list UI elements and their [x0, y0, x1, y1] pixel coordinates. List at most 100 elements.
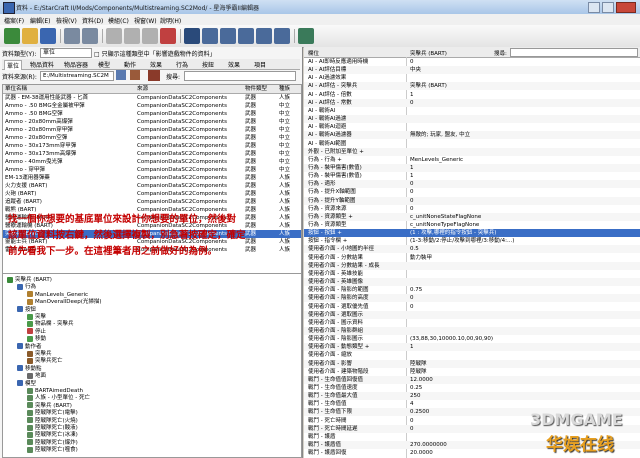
- tab-item-container[interactable]: 物品容器: [64, 60, 88, 69]
- field-value[interactable]: (1-3:移動/2:停止/攻擊到哪裡/3:移動/4:...): [410, 237, 638, 245]
- field-row[interactable]: 戰鬥 - 生命值值 4: [304, 400, 640, 408]
- table-row[interactable]: Ammo - 20x80mm穿甲彈 CompanionDataSC2Compone…: [3, 126, 301, 134]
- field-row[interactable]: 使用者介面 - 動態類型 + 1: [304, 343, 640, 352]
- field-value[interactable]: c_unitNoneStateFlagNone: [410, 213, 638, 221]
- field-row[interactable]: 行為 - 適形 0: [304, 180, 640, 189]
- field-value[interactable]: 0: [410, 99, 638, 107]
- field-row[interactable]: AI - AI過濾效果: [304, 74, 640, 82]
- source-select[interactable]: E:/Multistreaming.SC2M: [40, 71, 114, 81]
- menu-help[interactable]: 說明(H): [160, 16, 181, 25]
- field-value[interactable]: 突擊兵 (BART): [410, 82, 638, 90]
- field-row[interactable]: 戰鬥 - 生命值值速度 0.25: [304, 384, 640, 392]
- save-icon[interactable]: [40, 28, 56, 44]
- field-row[interactable]: 按鈕 - 指令欄 + (1-3:移動/2:停止/攻擊到哪裡/3:移動/4:...): [304, 237, 640, 245]
- field-row[interactable]: AI - AI評估目標 中央: [304, 66, 640, 75]
- field-row[interactable]: 使用者介面 - 小地圖的半徑 0.5: [304, 245, 640, 254]
- tab-model[interactable]: 模型: [98, 60, 110, 69]
- field-row[interactable]: 外觀 - 已附加至單位 +: [304, 147, 640, 156]
- field-value[interactable]: 中央: [410, 66, 638, 74]
- tab-actor[interactable]: 動作: [124, 60, 136, 69]
- field-row[interactable]: 行為 - 資源來源 0: [304, 205, 640, 213]
- field-row[interactable]: 行為 - 裝甲傷害(數值) 1: [304, 163, 640, 172]
- field-value[interactable]: 0: [410, 294, 638, 302]
- field-value[interactable]: MenLevels_Generic: [410, 156, 638, 164]
- field-row[interactable]: 使用者介面 - 英雄技能: [304, 270, 640, 278]
- menu-view[interactable]: 檢視(V): [56, 16, 77, 25]
- field-value[interactable]: 1: [410, 172, 638, 180]
- field-value[interactable]: [410, 311, 638, 319]
- field-row[interactable]: 使用者介面 - 分數結果 動力裝甲: [304, 254, 640, 262]
- delete-icon[interactable]: [160, 28, 176, 44]
- maximize-button[interactable]: [602, 2, 614, 13]
- field-value[interactable]: [410, 140, 638, 148]
- field-row[interactable]: 行為 - 提升X軸範圍 0: [304, 188, 640, 196]
- field-value[interactable]: 0: [410, 303, 638, 311]
- field-value[interactable]: 0.25: [410, 384, 638, 392]
- field-value[interactable]: 動力裝甲: [410, 254, 638, 262]
- column-header-source[interactable]: 來源: [137, 85, 237, 93]
- field-value[interactable]: [410, 262, 638, 270]
- table-row[interactable]: 火砲 (BART) CompanionDataSC2Components 武器 人族: [3, 190, 301, 198]
- field-value[interactable]: 無敵的; 玩家, 盟友, 中立: [410, 131, 638, 139]
- unit-portrait-icon[interactable]: [148, 70, 160, 81]
- field-row[interactable]: 按鈕 - 按鈕 + (1 : 攻擊,哪裡的指令按鈕 - 突擊兵): [304, 229, 640, 238]
- field-value[interactable]: c_unitNoneTypeFlagNone: [410, 221, 638, 229]
- field-value[interactable]: [410, 319, 638, 327]
- field-value[interactable]: 0: [410, 180, 638, 188]
- table-row[interactable]: Ammo - .50 BMG全金屬被甲彈 CompanionDataSC2Comp…: [3, 102, 301, 110]
- field-value[interactable]: 0: [410, 188, 638, 196]
- field-row[interactable]: AI - 戰術AI範圍: [304, 140, 640, 148]
- minimize-button[interactable]: [588, 2, 600, 13]
- trigger-editor-icon[interactable]: [202, 28, 218, 44]
- copy-icon[interactable]: [124, 28, 140, 44]
- column-header-type[interactable]: 物件類型: [245, 85, 275, 93]
- new-icon[interactable]: [4, 28, 20, 44]
- field-row[interactable]: 行為 - 提升Y軸範圍 0: [304, 196, 640, 205]
- filter-icon[interactable]: [116, 70, 126, 80]
- table-row[interactable]: Ammo - 30x173mm穿甲彈 CompanionDataSC2Compon…: [3, 142, 301, 150]
- field-row[interactable]: 使用者介面 - 陰影群組: [304, 326, 640, 335]
- field-row[interactable]: 戰鬥 - 生命值最大值 250: [304, 392, 640, 401]
- cut-icon[interactable]: [106, 28, 122, 44]
- field-value[interactable]: 陸戰隊: [410, 368, 638, 376]
- table-row[interactable]: Ammo - 20x80mm高爆彈 CompanionDataSC2Compone…: [3, 118, 301, 126]
- field-value[interactable]: 1: [410, 91, 638, 99]
- field-row[interactable]: 使用者介面 - 陰影的範圍 0.75: [304, 286, 640, 294]
- field-row[interactable]: 行為 - 資源類型 + c_unitNoneStateFlagNone: [304, 212, 640, 221]
- redo-icon[interactable]: [82, 28, 98, 44]
- view-icon[interactable]: [130, 70, 140, 80]
- data-editor-icon[interactable]: [220, 28, 236, 44]
- tab-unit[interactable]: 單位: [4, 60, 23, 70]
- table-row[interactable]: Ammo - 40mm曳光彈 CompanionDataSC2Components…: [3, 158, 301, 166]
- show-only-checkbox[interactable]: □ 只顯示這種類型中「影響遊戲物件的資料」: [94, 49, 216, 58]
- field-row[interactable]: AI - 戰術AI迴避: [304, 123, 640, 131]
- close-button[interactable]: [616, 2, 636, 13]
- field-value[interactable]: 1: [410, 343, 638, 351]
- import-editor-icon[interactable]: [256, 28, 272, 44]
- undo-icon[interactable]: [64, 28, 80, 44]
- table-row[interactable]: 追蹤者 (BART) CompanionDataSC2Components 武器 人族: [3, 198, 301, 206]
- tab-behavior[interactable]: 行為: [176, 60, 188, 69]
- field-row[interactable]: 使用者介面 - 圖示資料: [304, 319, 640, 327]
- ai-editor-icon[interactable]: [274, 28, 290, 44]
- field-row[interactable]: 使用者介面 - 選取優先值 0: [304, 303, 640, 311]
- table-row[interactable]: Ammo - .50 BMG空彈 CompanionDataSC2Componen…: [3, 110, 301, 118]
- text-editor-icon[interactable]: [238, 28, 254, 44]
- field-row[interactable]: 行為 - 行為 + MenLevels_Generic: [304, 156, 640, 164]
- field-row[interactable]: AI - AI即時反應適用時機 0: [304, 58, 640, 66]
- tab-effect[interactable]: 效果: [150, 60, 162, 69]
- field-row[interactable]: AI - 戰術AI: [304, 107, 640, 115]
- menu-edit[interactable]: 編輯(E): [30, 16, 50, 25]
- field-row[interactable]: 使用者介面 - 影響 陸戰隊: [304, 359, 640, 368]
- column-header-race[interactable]: 種族: [279, 85, 301, 93]
- column-header-value[interactable]: 突擊兵 (BART): [410, 49, 447, 57]
- menu-data[interactable]: 資料(D): [82, 16, 103, 25]
- tab-item[interactable]: 項目: [254, 60, 266, 69]
- tab-item-data[interactable]: 物品資料: [30, 60, 54, 69]
- field-row[interactable]: AI - AI評估 - 倍數 1: [304, 91, 640, 99]
- menu-module[interactable]: 模組(C): [108, 16, 129, 25]
- field-value[interactable]: 4: [410, 400, 638, 408]
- field-row[interactable]: 戰鬥 - 生命值值回復值 12.0000: [304, 375, 640, 384]
- field-value[interactable]: [410, 351, 638, 359]
- field-value[interactable]: 12.0000: [410, 376, 638, 384]
